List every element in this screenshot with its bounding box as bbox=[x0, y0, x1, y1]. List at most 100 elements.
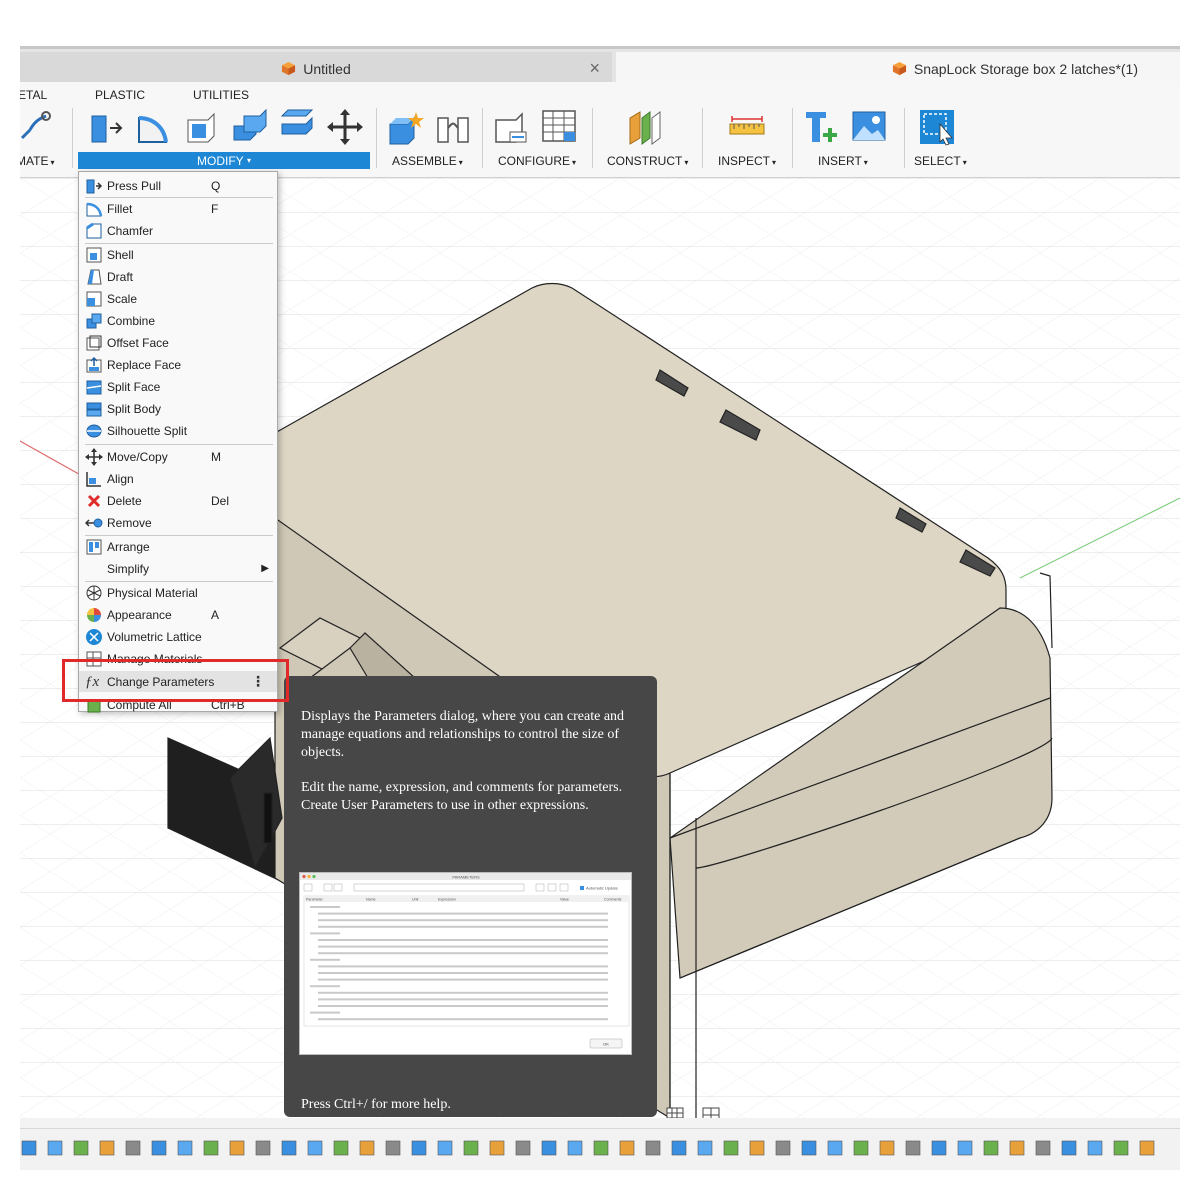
timeline-feature-icon[interactable] bbox=[697, 1140, 713, 1156]
workspace-tab-sheet-metal[interactable]: ETAL bbox=[20, 88, 47, 102]
combine-icon[interactable] bbox=[230, 108, 268, 146]
group-select-label[interactable]: SELECT ▾ bbox=[914, 154, 967, 168]
timeline-feature-icon[interactable] bbox=[1113, 1140, 1129, 1156]
configure-icon[interactable] bbox=[492, 108, 530, 146]
timeline-feature-icon[interactable] bbox=[125, 1140, 141, 1156]
menu-item-press-pull[interactable]: Press Pull Q bbox=[79, 175, 277, 196]
offset-plane-icon[interactable] bbox=[626, 108, 664, 146]
menu-item-chamfer[interactable]: Chamfer bbox=[79, 220, 277, 241]
timeline-feature-icons[interactable] bbox=[20, 1129, 1180, 1170]
timeline-feature-icon[interactable] bbox=[151, 1140, 167, 1156]
menu-item-split-face[interactable]: Split Face bbox=[79, 376, 277, 397]
timeline-feature-icon[interactable] bbox=[619, 1140, 635, 1156]
workspace-tab-utilities[interactable]: UTILITIES bbox=[193, 88, 249, 102]
timeline-feature-icon[interactable] bbox=[723, 1140, 739, 1156]
group-insert-label[interactable]: INSERT ▾ bbox=[818, 154, 868, 168]
timeline-feature-icon[interactable] bbox=[827, 1140, 843, 1156]
timeline-feature-icon[interactable] bbox=[203, 1140, 219, 1156]
offset-face-icon[interactable] bbox=[278, 108, 316, 146]
timeline-feature-icon[interactable] bbox=[645, 1140, 661, 1156]
timeline-feature-icon[interactable] bbox=[307, 1140, 323, 1156]
timeline-feature-icon[interactable] bbox=[879, 1140, 895, 1156]
timeline-feature-icon[interactable] bbox=[905, 1140, 921, 1156]
timeline-feature-icon[interactable] bbox=[1139, 1140, 1155, 1156]
press-pull-icon[interactable] bbox=[86, 108, 124, 146]
menu-item-split-body[interactable]: Split Body bbox=[79, 398, 277, 419]
move-icon[interactable] bbox=[326, 108, 364, 146]
insert-derive-icon[interactable] bbox=[802, 108, 840, 146]
grid-settings-icon[interactable] bbox=[666, 1107, 684, 1118]
timeline-feature-icon[interactable] bbox=[333, 1140, 349, 1156]
timeline-feature-icon[interactable] bbox=[931, 1140, 947, 1156]
viewports-icon[interactable] bbox=[702, 1107, 720, 1118]
menu-item-align[interactable]: Align bbox=[79, 468, 277, 489]
timeline-feature-icon[interactable] bbox=[515, 1140, 531, 1156]
menu-item-move-copy[interactable]: Move/Copy M bbox=[79, 446, 277, 467]
fillet-icon[interactable] bbox=[134, 108, 172, 146]
group-create-label[interactable]: MATE ▾ bbox=[20, 154, 54, 168]
timeline-feature-icon[interactable] bbox=[853, 1140, 869, 1156]
timeline-feature-icon[interactable] bbox=[489, 1140, 505, 1156]
sweep-icon[interactable] bbox=[20, 108, 54, 146]
select-icon[interactable] bbox=[918, 108, 956, 146]
menu-item-replace-face[interactable]: Replace Face bbox=[79, 354, 277, 375]
timeline-feature-icon[interactable] bbox=[775, 1140, 791, 1156]
timeline-feature-icon[interactable] bbox=[99, 1140, 115, 1156]
timeline-feature-icon[interactable] bbox=[73, 1140, 89, 1156]
timeline-feature-icon[interactable] bbox=[281, 1140, 297, 1156]
menu-item-arrange[interactable]: Arrange bbox=[79, 536, 277, 557]
timeline-feature-icon[interactable] bbox=[255, 1140, 271, 1156]
new-component-icon[interactable] bbox=[386, 108, 424, 146]
document-cube-icon bbox=[892, 61, 906, 76]
timeline-feature-icon[interactable] bbox=[593, 1140, 609, 1156]
menu-item-fillet[interactable]: Fillet F bbox=[79, 198, 277, 219]
timeline-feature-icon[interactable] bbox=[749, 1140, 765, 1156]
measure-icon[interactable] bbox=[728, 108, 766, 146]
menu-item-delete[interactable]: Delete Del bbox=[79, 490, 277, 511]
timeline-feature-icon[interactable] bbox=[437, 1140, 453, 1156]
timeline-feature-icon[interactable] bbox=[671, 1140, 687, 1156]
menu-item-shell[interactable]: Shell bbox=[79, 244, 277, 265]
close-icon[interactable]: × bbox=[589, 58, 600, 79]
tab-untitled[interactable]: Untitled × bbox=[20, 52, 612, 85]
timeline-feature-icon[interactable] bbox=[801, 1140, 817, 1156]
menu-item-remove[interactable]: Remove bbox=[79, 512, 277, 533]
timeline-feature-icon[interactable] bbox=[983, 1140, 999, 1156]
menu-item-physical-material[interactable]: Physical Material bbox=[79, 582, 277, 603]
menu-item-offset-face[interactable]: Offset Face bbox=[79, 332, 277, 353]
workspace-tab-plastic[interactable]: PLASTIC bbox=[95, 88, 145, 102]
modify-menu-button[interactable]: MODIFY ▾ bbox=[78, 152, 370, 169]
group-inspect-label[interactable]: INSPECT ▾ bbox=[718, 154, 776, 168]
fillet-icon bbox=[86, 202, 103, 216]
menu-item-silhouette-split[interactable]: Silhouette Split bbox=[79, 420, 277, 441]
menu-item-combine[interactable]: Combine bbox=[79, 310, 277, 331]
timeline-feature-icon[interactable] bbox=[385, 1140, 401, 1156]
timeline-feature-icon[interactable] bbox=[1009, 1140, 1025, 1156]
group-construct-label[interactable]: CONSTRUCT ▾ bbox=[607, 154, 688, 168]
timeline-feature-icon[interactable] bbox=[541, 1140, 557, 1156]
timeline-feature-icon[interactable] bbox=[411, 1140, 427, 1156]
joint-icon[interactable] bbox=[434, 108, 472, 146]
menu-item-simplify[interactable]: Simplify ▶ bbox=[79, 558, 277, 579]
canvas-image-icon[interactable] bbox=[850, 108, 888, 146]
menu-item-appearance[interactable]: Appearance A bbox=[79, 604, 277, 625]
timeline-feature-icon[interactable] bbox=[1061, 1140, 1077, 1156]
timeline-feature-icon[interactable] bbox=[47, 1140, 63, 1156]
timeline-feature-icon[interactable] bbox=[463, 1140, 479, 1156]
timeline-feature-icon[interactable] bbox=[359, 1140, 375, 1156]
timeline-feature-icon[interactable] bbox=[957, 1140, 973, 1156]
group-configure-label[interactable]: CONFIGURE ▾ bbox=[498, 154, 576, 168]
shell-icon[interactable] bbox=[182, 108, 220, 146]
timeline-feature-icon[interactable] bbox=[1035, 1140, 1051, 1156]
group-assemble-label[interactable]: ASSEMBLE ▾ bbox=[392, 154, 463, 168]
menu-item-draft[interactable]: Draft bbox=[79, 266, 277, 287]
timeline-feature-icon[interactable] bbox=[21, 1140, 37, 1156]
configuration-table-icon[interactable] bbox=[540, 108, 578, 146]
timeline-feature-icon[interactable] bbox=[177, 1140, 193, 1156]
timeline-feature-icon[interactable] bbox=[229, 1140, 245, 1156]
timeline-feature-icon[interactable] bbox=[1087, 1140, 1103, 1156]
menu-item-scale[interactable]: Scale bbox=[79, 288, 277, 309]
timeline-feature-icon[interactable] bbox=[567, 1140, 583, 1156]
tab-snaplock[interactable]: SnapLock Storage box 2 latches*(1) bbox=[616, 52, 1180, 85]
menu-item-volumetric-lattice[interactable]: Volumetric Lattice bbox=[79, 626, 277, 647]
